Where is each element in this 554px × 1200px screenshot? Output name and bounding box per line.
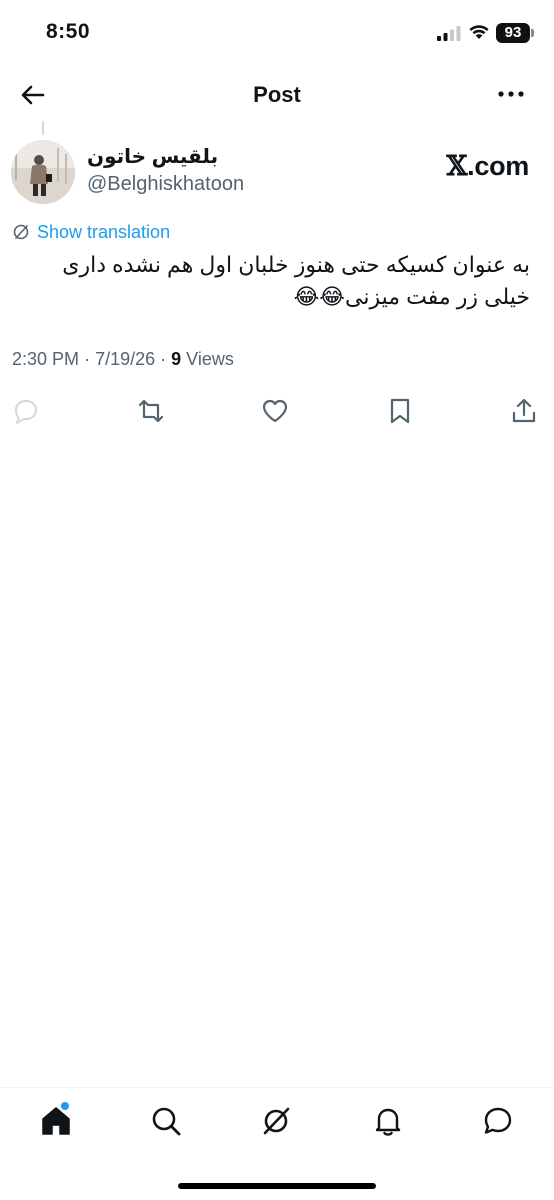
meta-separator: ·	[84, 349, 96, 369]
post-text-line-2: خیلی زر مفت میزنی😂😂	[293, 284, 530, 309]
thread-line	[42, 121, 44, 135]
reply-icon[interactable]	[11, 396, 41, 426]
post-text-line-1: به عنوان کسیکه حتی هنوز خلبان اول هم نشد…	[62, 252, 530, 277]
search-icon[interactable]	[149, 1104, 183, 1138]
source-domain: .com	[467, 151, 529, 181]
notifications-icon[interactable]	[371, 1104, 405, 1138]
messages-icon[interactable]	[481, 1104, 515, 1138]
post-date[interactable]: 7/19/26	[95, 349, 155, 369]
battery-level: 93	[504, 24, 522, 41]
status-time: 8:50	[46, 20, 91, 43]
show-translation-label: Show translation	[37, 221, 171, 242]
home-notification-dot	[61, 1102, 69, 1110]
views-count[interactable]: 9	[171, 349, 181, 369]
home-icon[interactable]	[39, 1104, 73, 1138]
action-bar	[0, 392, 554, 428]
status-bar: 8:50 93	[0, 0, 554, 66]
grok-icon[interactable]	[259, 1104, 293, 1138]
post-meta: 2:30 PM · 7/19/26 · 9 Views	[12, 349, 234, 370]
avatar[interactable]	[11, 140, 75, 204]
meta-separator: ·	[160, 349, 172, 369]
views-label: Views	[186, 349, 234, 369]
wifi-icon	[469, 25, 489, 39]
header: Post	[0, 70, 554, 118]
home-indicator	[178, 1183, 376, 1189]
avatar-image	[11, 140, 75, 204]
repost-icon[interactable]	[136, 396, 166, 426]
share-icon[interactable]	[509, 396, 539, 426]
page-title: Post	[253, 82, 301, 107]
post-time[interactable]: 2:30 PM	[12, 349, 79, 369]
bookmark-icon[interactable]	[385, 396, 415, 426]
translate-icon	[13, 224, 29, 240]
x-logo-glyph: 𝕏	[446, 151, 468, 182]
more-horizontal-icon[interactable]	[495, 82, 527, 106]
post-text: به عنوان کسیکه حتی هنوز خلبان اول هم نشد…	[12, 249, 530, 313]
source-label: 𝕏.com	[446, 151, 530, 182]
author-name[interactable]: بلقیس خاتون	[87, 144, 218, 169]
show-translation-button[interactable]: Show translation	[12, 220, 170, 244]
battery-icon: 93	[496, 23, 530, 43]
signal-icon	[437, 26, 461, 41]
author-handle[interactable]: @Belghiskhatoon	[87, 173, 244, 196]
battery-cap	[531, 29, 534, 37]
like-icon[interactable]	[260, 396, 290, 426]
